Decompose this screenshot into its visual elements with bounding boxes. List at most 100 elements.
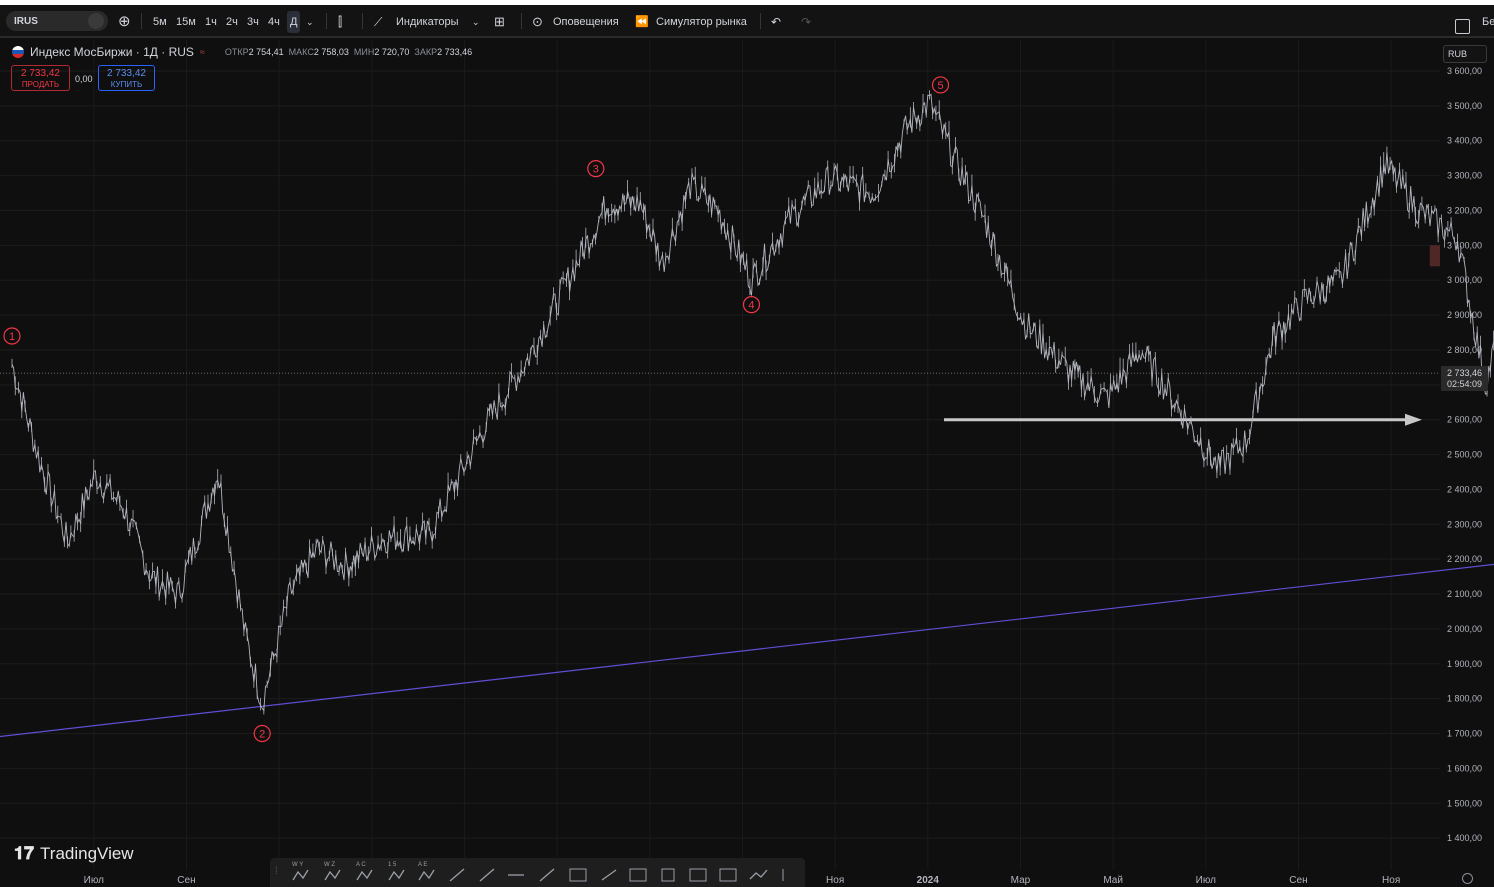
layouts-grid-icon[interactable]: ⊞ — [494, 11, 505, 33]
low-label: МИН — [353, 47, 375, 57]
russia-flag-icon — [12, 46, 24, 58]
replay-button[interactable]: Симулятор рынка — [656, 11, 747, 33]
time-tick-label: Мар — [1011, 875, 1031, 886]
toolbar-divider — [362, 13, 363, 29]
symbol-label: IRUS — [14, 15, 38, 27]
price-tick-label: 3 200,00 — [1447, 205, 1482, 215]
price-tick-label: 2 900,00 — [1447, 310, 1482, 320]
price-tick-label: 1 500,00 — [1447, 798, 1482, 808]
chart-overlays: 1 2 3 4 5 — [3, 76, 950, 743]
price-tick-label: 3 600,00 — [1447, 66, 1482, 76]
top-toolbar: IRUS ⊕ 5м 15м 1ч 2ч 3ч 4ч Д ⌄ ⫿ ⟋ Индика… — [0, 5, 1494, 38]
time-tick-label: Июл — [84, 875, 104, 886]
support-arrow-head-icon — [1405, 413, 1422, 426]
symbol-search[interactable]: IRUS — [6, 11, 108, 31]
open-value: 2 754,41 — [248, 47, 284, 57]
alerts-button[interactable]: Оповещения — [553, 11, 619, 33]
price-tick-label: 2 300,00 — [1447, 519, 1482, 529]
wave-label-2: 2 — [259, 729, 265, 741]
price-series — [11, 90, 1494, 715]
bar-countdown: 02:54:09 — [1446, 379, 1483, 389]
time-tick-label: Сен — [177, 875, 195, 886]
buy-label: КУПИТЬ — [110, 80, 143, 89]
high-value: 2 758,03 — [313, 47, 349, 57]
drag-handle-icon[interactable]: ⁞ — [275, 866, 278, 877]
chart-trendlines — [0, 372, 1494, 738]
toolbar-divider — [521, 13, 522, 29]
last-price-label: 2 733,46 02:54:09 — [1441, 366, 1488, 391]
time-tick-label: Сен — [1289, 875, 1307, 886]
price-tick-label: 3 100,00 — [1447, 240, 1482, 250]
fullscreen-checkbox-icon[interactable] — [1455, 19, 1470, 34]
wave-label-3: 3 — [593, 164, 599, 176]
price-tick-label: 1 900,00 — [1447, 659, 1482, 669]
interval-15m[interactable]: 15м — [176, 11, 196, 33]
price-tick-label: 2 200,00 — [1447, 554, 1482, 564]
wave-label-1: 1 — [9, 331, 15, 343]
wave-label-5: 5 — [937, 80, 943, 92]
redo-icon[interactable]: ↷ — [801, 11, 811, 33]
tradingview-mark-icon: 𝟏𝟕 — [14, 843, 35, 863]
price-tick-label: 3 300,00 — [1447, 171, 1482, 181]
price-tick-label: 1 800,00 — [1447, 694, 1482, 704]
indicators-icon[interactable]: ⟋ — [374, 11, 382, 33]
tradingview-wordmark: TradingView — [40, 843, 134, 863]
drawing-toolbar: ⁞ W Y W Z A C 1 5 A E — [270, 858, 805, 887]
close-label: ЗАКР — [414, 47, 438, 57]
chart-legend: Индекс МосБиржи · 1Д · RUS ≈ ОТКР2 754,4… — [12, 45, 472, 59]
price-tick-label: 3 000,00 — [1447, 275, 1482, 285]
price-tick-label: 2 000,00 — [1447, 624, 1482, 634]
bar-style-icon[interactable]: ⫿ — [338, 11, 342, 33]
time-tick-label: Ноя — [826, 875, 844, 886]
add-symbol-icon[interactable]: ⊕ — [118, 11, 131, 33]
toolbar-divider — [760, 13, 761, 29]
price-tick-label: 1 400,00 — [1447, 833, 1482, 843]
time-tick-label: Май — [1103, 875, 1123, 886]
tradingview-logo[interactable]: 𝟏𝟕 TradingView — [14, 843, 134, 864]
currency-label: RUB — [1448, 49, 1468, 59]
compare-icon[interactable] — [88, 13, 104, 29]
wave-label-4: 4 — [748, 300, 754, 312]
right-panel-label: Бе — [1482, 16, 1494, 28]
drawing-tool-icons[interactable] — [290, 866, 790, 884]
toolbar-divider — [141, 13, 142, 29]
sell-price: 2 733,42 — [21, 68, 60, 79]
market-status-icon: ≈ — [199, 47, 205, 57]
chart-zones — [1429, 245, 1440, 267]
price-tick-label: 1 700,00 — [1447, 729, 1482, 739]
interval-1d[interactable]: Д — [287, 11, 301, 33]
time-tick-label: Ноя — [1382, 875, 1400, 886]
interval-1h[interactable]: 1ч — [205, 11, 217, 33]
interval-3h[interactable]: 3ч — [247, 11, 259, 33]
currency-selector[interactable]: RUB — [1443, 45, 1487, 63]
spread-value: 0,00 — [75, 74, 93, 84]
legend-title[interactable]: Индекс МосБиржи · 1Д · RUS — [30, 45, 194, 59]
indicators-chevron-icon[interactable]: ⌄ — [472, 11, 480, 33]
buy-button[interactable]: 2 733,42 КУПИТЬ — [98, 65, 155, 91]
time-tick-label: Июл — [1196, 875, 1216, 886]
replay-icon[interactable]: ⏪ — [635, 11, 649, 33]
price-line — [11, 93, 1494, 712]
sell-button[interactable]: 2 733,42 ПРОДАТЬ — [11, 65, 70, 91]
price-tick-label: 3 400,00 — [1447, 136, 1482, 146]
price-axis: 3 600,00 3 500,00 3 400,00 3 300,00 3 200,00… — [1447, 66, 1482, 843]
price-tick-label: 2 800,00 — [1447, 345, 1482, 355]
price-chart[interactable]: 12345 3 600,003 500,003 400,003 300,003 … — [0, 40, 1494, 887]
open-label: ОТКР — [224, 47, 249, 57]
time-tick-label: 2024 — [917, 875, 940, 886]
price-tick-label: 2 400,00 — [1447, 484, 1482, 494]
interval-dropdown-chevron-icon[interactable]: ⌄ — [306, 11, 314, 33]
price-tick-label: 3 500,00 — [1447, 101, 1482, 111]
price-tick-label: 2 600,00 — [1447, 415, 1482, 425]
buy-price: 2 733,42 — [107, 68, 146, 79]
undo-icon[interactable]: ↶ — [771, 11, 781, 33]
interval-4h[interactable]: 4ч — [268, 11, 280, 33]
price-tick-label: 2 500,00 — [1447, 450, 1482, 460]
reset-chart-icon[interactable] — [1462, 873, 1473, 884]
indicators-button[interactable]: Индикаторы — [396, 11, 459, 33]
alert-clock-icon[interactable]: ⊙ — [532, 11, 543, 33]
price-tick-label: 2 100,00 — [1447, 589, 1482, 599]
interval-5m[interactable]: 5м — [153, 11, 167, 33]
low-value: 2 720,70 — [374, 47, 410, 57]
interval-2h[interactable]: 2ч — [226, 11, 238, 33]
